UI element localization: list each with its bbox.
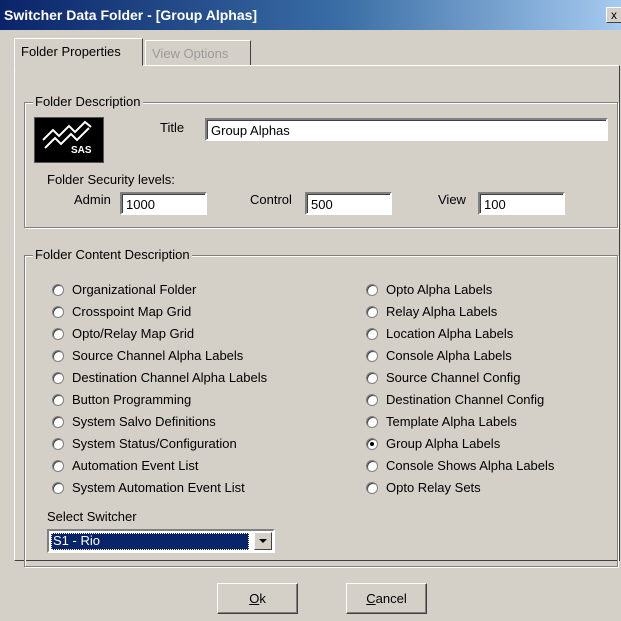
view-input[interactable]: 100 [478,192,565,215]
radio-button[interactable] [366,372,378,384]
title-input[interactable]: Group Alphas [205,118,608,141]
radio-button[interactable] [366,284,378,296]
radio-label: Opto Relay Sets [386,480,481,495]
radio-label: Organizational Folder [72,282,197,297]
radio-button[interactable] [52,328,64,340]
radio-label: System Automation Event List [72,480,245,495]
radio-label: System Salvo Definitions [72,414,216,429]
radio-button[interactable] [52,372,64,384]
control-label: Control [250,192,292,207]
radio-label: Location Alpha Labels [386,326,514,341]
radio-button[interactable] [52,306,64,318]
tab-folder-properties[interactable]: Folder Properties [14,38,143,66]
radio-button[interactable] [366,328,378,340]
radio-label: Button Programming [72,392,192,407]
switcher-selected-value: S1 - Rio [51,533,249,550]
cancel-mnemonic: C [366,591,376,606]
radio-label: Automation Event List [72,458,199,473]
title-label: Title [160,120,185,135]
radio-label: Console Alpha Labels [386,348,512,363]
radio-label: Opto Alpha Labels [386,282,493,297]
tab-folder-properties-label: Folder Properties [21,44,121,59]
control-input[interactable]: 500 [305,192,392,215]
ok-label: k [259,591,266,606]
radio-label: Group Alpha Labels [386,436,501,451]
tab-view-options-label: View Options [152,46,229,61]
radio-label: Opto/Relay Map Grid [72,326,195,341]
ok-mnemonic: O [249,591,260,606]
radio-label: Destination Channel Config [386,392,545,407]
tab-view-options[interactable]: View Options [145,40,251,66]
ok-button[interactable]: Ok [217,583,298,614]
radio-button[interactable] [52,438,64,450]
radio-button[interactable] [366,460,378,472]
radio-label: Template Alpha Labels [386,414,517,429]
cancel-button[interactable]: Cancel [346,583,427,614]
cancel-label: ancel [375,591,407,606]
radio-button[interactable] [366,394,378,406]
security-levels-label: Folder Security levels: [47,172,175,187]
admin-label: Admin [74,192,111,207]
radio-label: Destination Channel Alpha Labels [72,370,268,385]
radio-label: Console Shows Alpha Labels [386,458,555,473]
radio-button[interactable] [366,350,378,362]
radio-label: Relay Alpha Labels [386,304,498,319]
radio-label: Crosspoint Map Grid [72,304,192,319]
radio-button[interactable] [52,350,64,362]
chevron-down-icon[interactable] [254,532,272,550]
radio-button[interactable] [366,438,378,450]
radio-label: Source Channel Config [386,370,521,385]
view-label: View [438,192,466,207]
close-button[interactable]: x [606,7,621,23]
logo-text: SAS [71,145,92,156]
radio-button[interactable] [52,460,64,472]
folder-description-title: Folder Description [33,94,143,109]
radio-label: System Status/Configuration [72,436,237,451]
switcher-select[interactable]: S1 - Rio [47,529,275,553]
window-title: Switcher Data Folder - [Group Alphas] [4,7,258,23]
radio-button[interactable] [366,306,378,318]
radio-button[interactable] [366,482,378,494]
admin-input[interactable]: 1000 [120,192,207,215]
radio-button[interactable] [52,416,64,428]
radio-button[interactable] [52,284,64,296]
radio-button[interactable] [366,416,378,428]
title-bar[interactable]: Switcher Data Folder - [Group Alphas] x [0,0,621,30]
radio-label: Source Channel Alpha Labels [72,348,244,363]
radio-button[interactable] [52,482,64,494]
folder-content-title: Folder Content Description [33,247,192,262]
select-switcher-label: Select Switcher [47,509,137,524]
sas-logo: SAS [34,117,104,163]
waveform-icon [42,120,92,149]
radio-button[interactable] [52,394,64,406]
